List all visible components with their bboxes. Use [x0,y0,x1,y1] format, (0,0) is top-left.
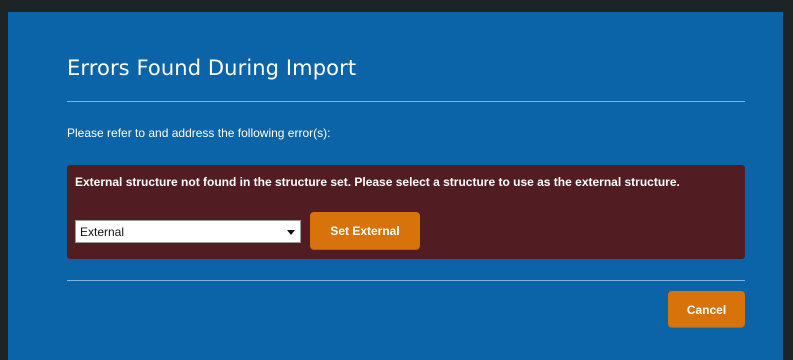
set-external-button[interactable]: Set External [310,212,420,250]
dialog-title: Errors Found During Import [67,56,357,80]
title-divider [67,101,745,102]
import-errors-dialog: Errors Found During Import Please refer … [8,12,783,360]
structure-select[interactable]: External [75,220,301,243]
cancel-button[interactable]: Cancel [668,291,745,328]
structure-select-value: External [80,225,125,239]
page-backdrop-left [0,0,8,360]
instruction-text: Please refer to and address the followin… [67,126,331,140]
chevron-down-icon [287,230,295,235]
error-panel: External structure not found in the stru… [67,165,745,259]
page-backdrop-right [783,0,793,360]
page-backdrop-top [0,0,793,12]
error-message: External structure not found in the stru… [75,175,680,189]
footer-divider [67,280,745,281]
